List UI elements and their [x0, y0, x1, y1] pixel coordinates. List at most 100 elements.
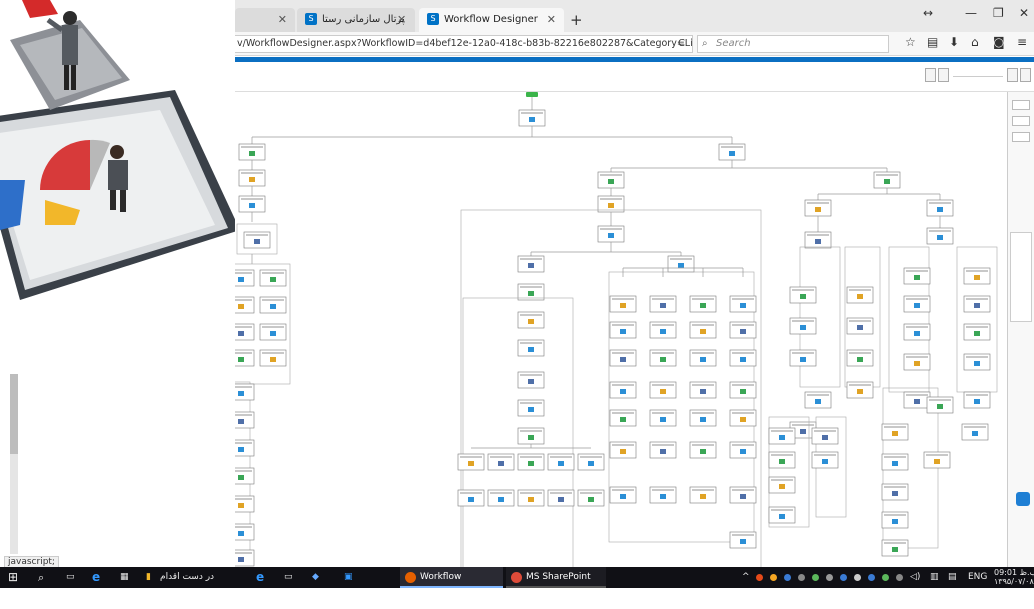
activity-icon	[914, 303, 920, 308]
toolbox-item[interactable]	[1012, 100, 1030, 110]
activity-title-bar	[732, 298, 754, 300]
activity-title-bar	[692, 324, 714, 326]
app-icon[interactable]: ◆	[312, 567, 319, 588]
notifications-icon[interactable]: ▤	[948, 567, 957, 588]
search-input[interactable]: ⌕ Search	[697, 35, 889, 53]
url-input[interactable]: v/WorkflowDesigner.aspx?WorkflowID=d4bef…	[235, 35, 693, 53]
tray-icon[interactable]	[826, 574, 833, 581]
activity-icon	[678, 263, 684, 268]
workflow-canvas[interactable]	[235, 92, 1007, 567]
toolbox-item[interactable]	[1012, 116, 1030, 126]
tray-icon[interactable]	[798, 574, 805, 581]
activity-icon	[528, 347, 534, 352]
ie-icon[interactable]: e	[256, 567, 264, 588]
tray-icon[interactable]	[868, 574, 875, 581]
maximize-button[interactable]: ❐	[993, 6, 1004, 20]
tray-icon[interactable]	[882, 574, 889, 581]
activity-title-bar	[580, 456, 602, 458]
activity-icon	[249, 151, 255, 156]
tray-icon[interactable]	[840, 574, 847, 581]
clock-time[interactable]: 09:01 ب.ظ	[994, 568, 1034, 577]
taskbar-app-workflow-designer[interactable]: Workflow Designer ...	[400, 567, 503, 603]
activity-title-bar	[612, 444, 634, 446]
activity-icon	[528, 263, 534, 268]
activity-title-bar	[732, 489, 754, 491]
task-view-icon[interactable]: ▭	[66, 567, 75, 588]
activity-icon	[892, 547, 898, 552]
activity-title-bar	[235, 470, 252, 472]
tray-icon[interactable]	[784, 574, 791, 581]
activity-icon	[700, 389, 706, 394]
close-icon[interactable]: ✕	[547, 8, 556, 32]
tray-icon[interactable]	[812, 574, 819, 581]
tab-workflow-designer[interactable]: S Workflow Designer ✕	[419, 8, 564, 32]
minimize-button[interactable]: —	[965, 6, 977, 20]
ribbon-button[interactable]	[1007, 68, 1018, 82]
tray-icon[interactable]	[770, 574, 777, 581]
search-icon[interactable]: ⌕	[38, 567, 44, 588]
activity-title-bar	[235, 526, 252, 528]
windows-start-icon[interactable]: ⊞	[8, 567, 18, 588]
tray-icon[interactable]	[854, 574, 861, 581]
download-icon[interactable]: ⬇	[949, 35, 959, 49]
activity-title-bar	[807, 234, 829, 236]
tab-bar: ✕ S پرتال سازمانی رستا ✕ S Workflow Design…	[235, 0, 1034, 32]
tray-chevron-icon[interactable]: ^	[742, 567, 750, 588]
activity-title-bar	[849, 289, 871, 291]
pocket-icon[interactable]: ◙	[993, 35, 1005, 49]
activity-icon	[857, 294, 863, 299]
start-marker	[526, 92, 538, 97]
ribbon-button[interactable]	[925, 68, 936, 82]
toolbox-item[interactable]	[1012, 132, 1030, 142]
activity-title-bar	[241, 146, 263, 148]
close-icon[interactable]: ✕	[397, 8, 406, 32]
close-icon[interactable]: ✕	[278, 8, 287, 32]
folder-icon[interactable]: ▮	[146, 567, 151, 588]
scrollbar-thumb[interactable]	[10, 374, 18, 454]
terminal-icon[interactable]: ▭	[284, 567, 293, 588]
calculator-icon[interactable]: ▦	[120, 567, 129, 588]
reading-list-icon[interactable]: ▤	[927, 35, 938, 49]
search-icon: ⌕	[702, 38, 708, 49]
menu-icon[interactable]: ≡	[1017, 35, 1027, 49]
tab-partial[interactable]: ✕	[235, 8, 295, 32]
help-icon[interactable]	[1016, 492, 1030, 506]
clock-date[interactable]: ۱۳۹۵/۰۷/۰۸	[994, 577, 1034, 586]
activity-title-bar	[235, 386, 252, 388]
activity-icon	[608, 233, 614, 238]
activity-icon	[468, 497, 474, 502]
restore-icon[interactable]: ↔	[923, 6, 933, 20]
activity-icon	[892, 461, 898, 466]
tray-icon[interactable]	[896, 574, 903, 581]
taskbar-app-sharepoint-user[interactable]: MS SharePoint User...	[506, 567, 606, 603]
home-icon[interactable]: ⌂	[971, 35, 979, 49]
cortana-label[interactable]: در دست اقدام	[160, 567, 214, 588]
new-tab-button[interactable]: +	[570, 8, 583, 32]
activity-icon	[660, 303, 666, 308]
close-window-button[interactable]: ✕	[1019, 6, 1029, 20]
activity-title-bar	[771, 430, 793, 432]
reload-icon[interactable]: C	[678, 35, 685, 53]
activity-icon	[528, 407, 534, 412]
network-icon[interactable]: ▥	[930, 567, 939, 588]
activity-title-bar	[262, 272, 284, 274]
tab-portal[interactable]: S پرتال سازمانی رستا ✕	[297, 8, 415, 32]
activity-icon	[528, 497, 534, 502]
activity-icon	[974, 361, 980, 366]
activity-title-bar	[771, 509, 793, 511]
edge-icon[interactable]: e	[92, 567, 100, 588]
ribbon-button[interactable]	[1020, 68, 1031, 82]
ribbon-button[interactable]	[938, 68, 949, 82]
activity-title-bar	[906, 326, 928, 328]
activity-icon	[270, 331, 276, 336]
tab-label: پرتال سازمانی رستا	[322, 14, 405, 25]
activity-icon	[608, 179, 614, 184]
language-indicator[interactable]: ENG	[968, 567, 987, 588]
tray-icon[interactable]	[756, 574, 763, 581]
bookmark-star-icon[interactable]: ☆	[905, 35, 916, 49]
activity-icon	[700, 494, 706, 499]
outlook-icon[interactable]: ▣	[344, 567, 353, 588]
activity-title-bar	[849, 384, 871, 386]
volume-icon[interactable]: ◁)	[910, 567, 920, 588]
activity-icon	[974, 303, 980, 308]
